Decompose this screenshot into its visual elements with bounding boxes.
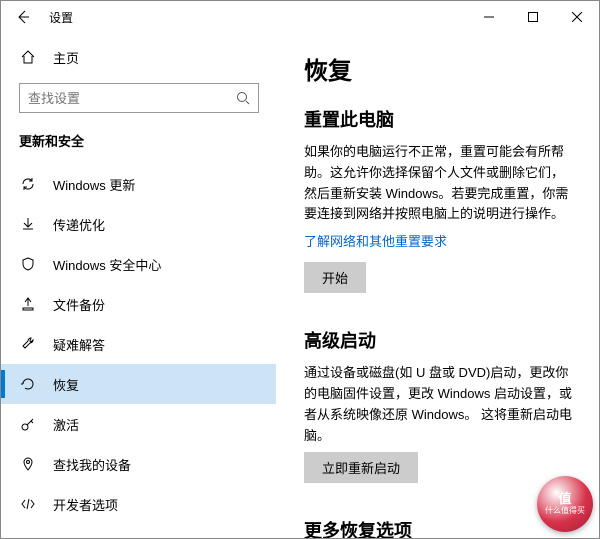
reset-heading: 重置此电脑: [304, 106, 575, 132]
sidebar-item-label: 恢复: [53, 375, 79, 394]
advanced-body: 通过设备或磁盘(如 U 盘或 DVD)启动，更改你的电脑固件设置，更改 Wind…: [304, 363, 575, 446]
sidebar-item-label: Windows 安全中心: [53, 255, 161, 274]
window-title: 设置: [49, 9, 73, 26]
maximize-button[interactable]: [511, 2, 555, 32]
more-heading: 更多恢复选项: [304, 517, 575, 538]
advanced-restart-button[interactable]: 立即重新启动: [304, 452, 418, 483]
close-button[interactable]: [555, 2, 599, 32]
sidebar-item-label: 文件备份: [53, 295, 105, 314]
titlebar: 设置: [1, 1, 599, 33]
settings-window: 设置 主页 更新和安全: [0, 0, 600, 539]
watermark-big: 值: [558, 492, 571, 506]
maximize-icon: [528, 12, 538, 22]
sidebar-item-delivery-optimization[interactable]: 传递优化: [1, 204, 276, 244]
sidebar-item-label: 疑难解答: [53, 335, 105, 354]
close-icon: [572, 12, 582, 22]
minimize-icon: [484, 12, 494, 22]
sidebar-item-recovery[interactable]: 恢复: [1, 364, 276, 404]
sidebar-item-label: 查找我的设备: [53, 455, 131, 474]
page-title: 恢复: [304, 51, 575, 86]
key-icon: [19, 416, 37, 432]
sidebar-item-windows-update[interactable]: Windows 更新: [1, 164, 276, 204]
sidebar-home[interactable]: 主页: [1, 39, 276, 75]
sidebar-item-activation[interactable]: 激活: [1, 404, 276, 444]
reset-body: 如果你的电脑运行不正常，重置可能会有所帮助。这允许你选择保留个人文件或删除它们，…: [304, 142, 575, 225]
sidebar-item-developer[interactable]: 开发者选项: [1, 484, 276, 524]
sidebar-items: Windows 更新 传递优化 Windows 安全中心 文件备份 疑难解答: [1, 164, 276, 538]
search-icon: [236, 91, 250, 105]
reset-link[interactable]: 了解网络和其他重置要求: [304, 231, 447, 250]
search-box[interactable]: [19, 83, 259, 113]
shield-icon: [19, 256, 37, 272]
sidebar-item-backup[interactable]: 文件备份: [1, 284, 276, 324]
sync-icon: [19, 176, 37, 192]
advanced-heading: 高级启动: [304, 327, 575, 353]
sidebar-item-label: 开发者选项: [53, 495, 118, 514]
recovery-icon: [19, 376, 37, 392]
backup-icon: [19, 296, 37, 312]
sidebar-item-label: 传递优化: [53, 215, 105, 234]
reset-start-button[interactable]: 开始: [304, 262, 366, 293]
watermark-badge: 值 什么值得买: [537, 476, 593, 532]
layout: 主页 更新和安全 Windows 更新 传递优化: [1, 33, 599, 538]
content: 恢复 重置此电脑 如果你的电脑运行不正常，重置可能会有所帮助。这允许你选择保留个…: [276, 33, 599, 538]
sidebar-item-label: Windows 更新: [53, 175, 135, 194]
code-icon: [19, 496, 37, 512]
home-icon: [19, 49, 37, 65]
minimize-button[interactable]: [467, 2, 511, 32]
sidebar-group-title: 更新和安全: [1, 127, 276, 164]
back-button[interactable]: [9, 3, 37, 31]
arrow-left-icon: [15, 9, 31, 25]
sidebar-item-windows-security[interactable]: Windows 安全中心: [1, 244, 276, 284]
sidebar-item-label: 激活: [53, 415, 79, 434]
sidebar-home-label: 主页: [53, 48, 79, 67]
location-icon: [19, 456, 37, 472]
sidebar-item-troubleshoot[interactable]: 疑难解答: [1, 324, 276, 364]
delivery-icon: [19, 216, 37, 232]
wrench-icon: [19, 336, 37, 352]
search-input[interactable]: [28, 91, 236, 106]
search-row: [1, 75, 276, 127]
sidebar-item-find-my-device[interactable]: 查找我的设备: [1, 444, 276, 484]
sidebar: 主页 更新和安全 Windows 更新 传递优化: [1, 33, 276, 538]
watermark-small: 什么值得买: [545, 507, 585, 516]
